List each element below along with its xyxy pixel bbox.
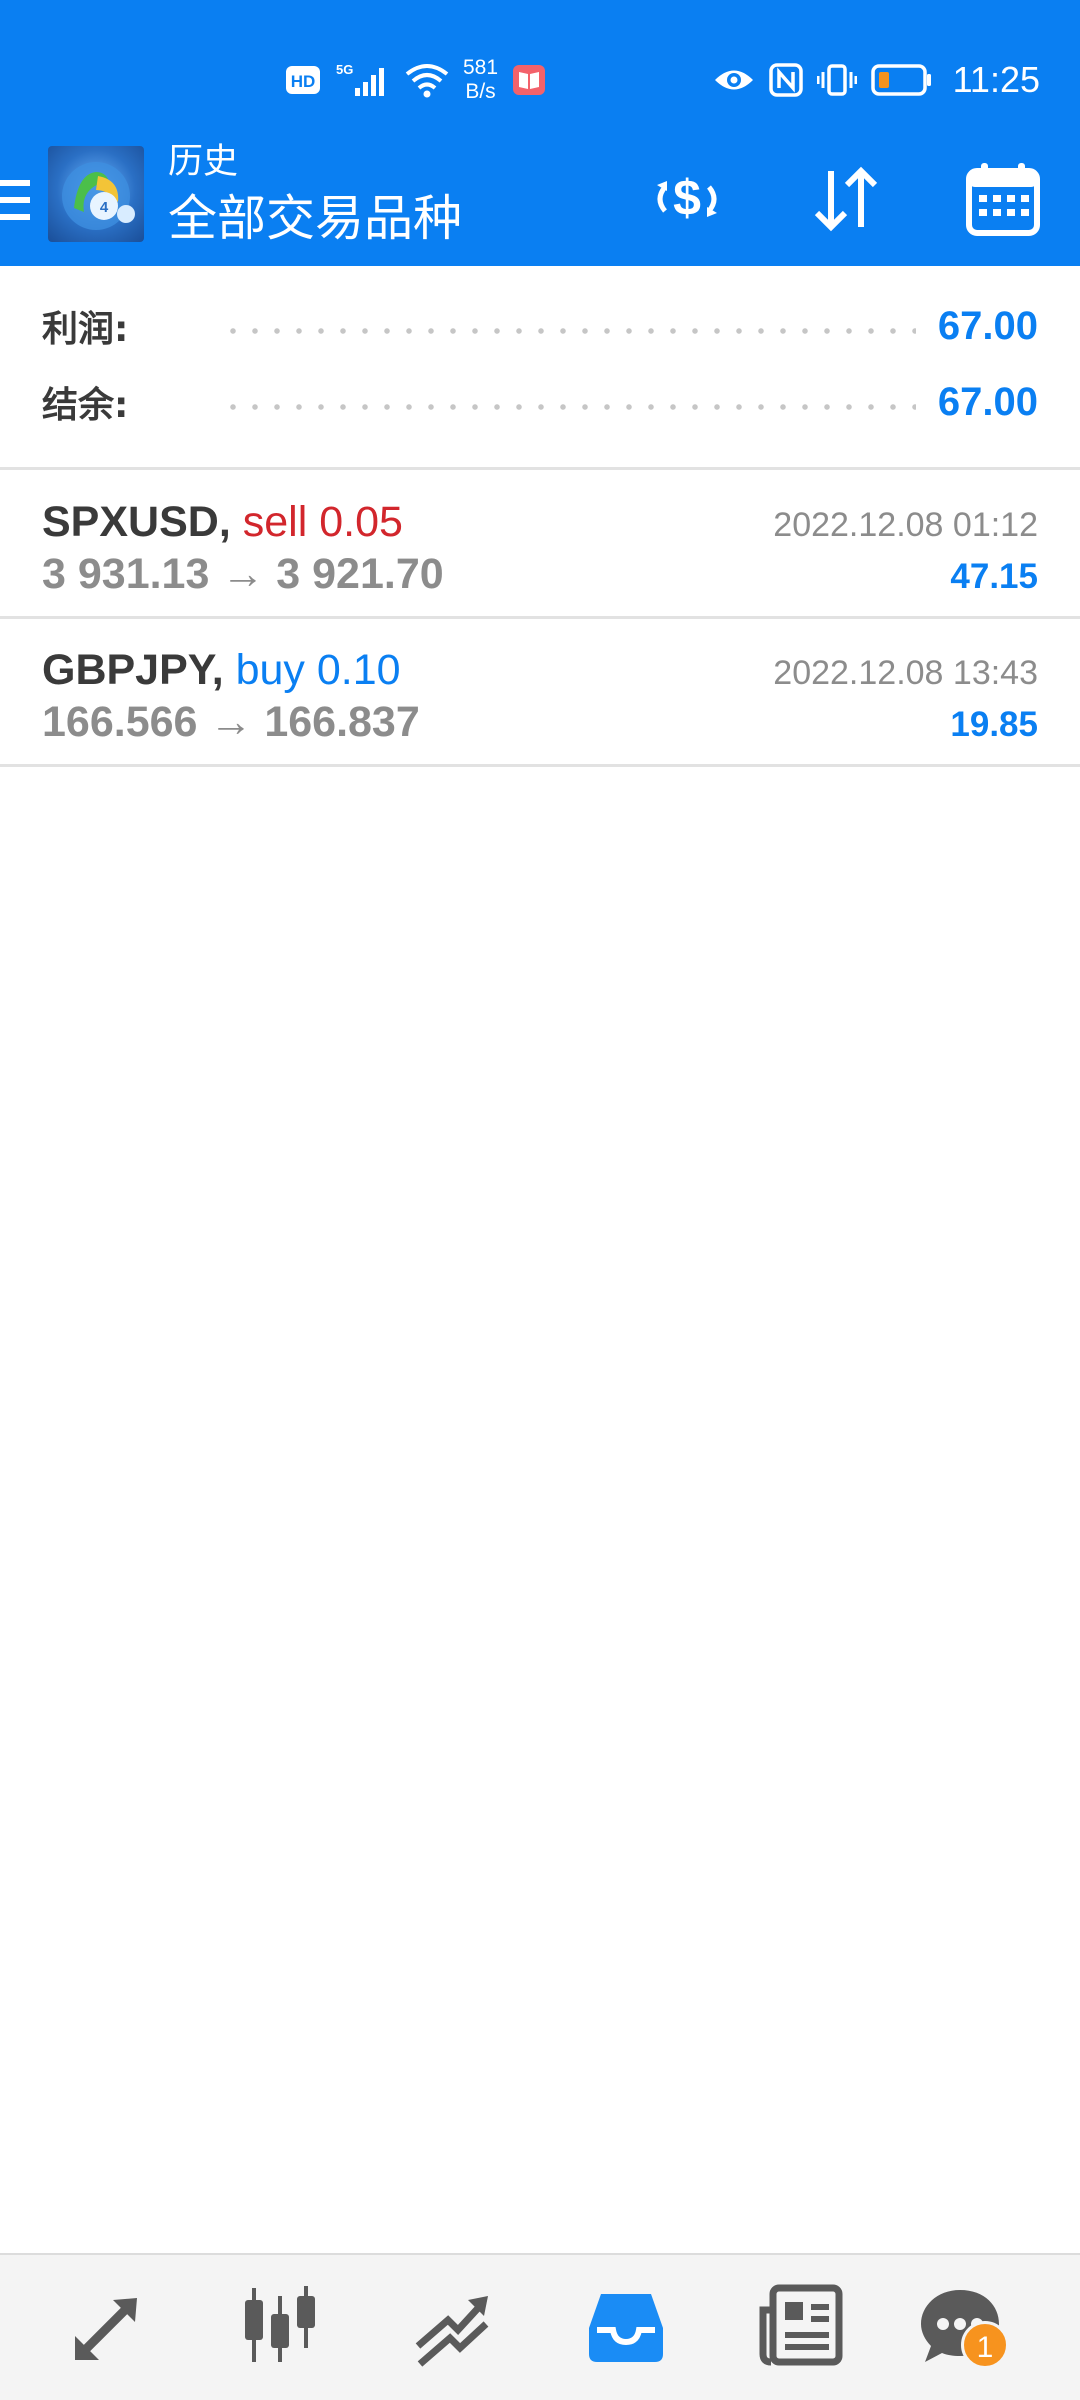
nav-chat[interactable]: 1 — [905, 2275, 1015, 2375]
deal-side-volume: sell 0.05 — [242, 498, 403, 546]
swap-currency-icon: $ — [657, 170, 717, 226]
history-icon — [589, 2294, 663, 2362]
title-block[interactable]: 历史 全部交易品种 — [168, 140, 462, 250]
deal-profit: 19.85 — [950, 705, 1038, 744]
status-left-icons: HD 5G 581 B/s — [285, 52, 546, 108]
balance-value: 67.00 — [937, 379, 1038, 424]
deal-prices: 166.566 → 166.837 — [42, 698, 420, 746]
deal-side-volume: buy 0.10 — [235, 646, 401, 694]
status-right-icons: 11:25 — [713, 52, 1040, 108]
nfc-icon — [768, 63, 803, 97]
network-speed-unit: B/s — [465, 80, 496, 103]
calendar-button[interactable] — [958, 154, 1048, 244]
sort-icon — [814, 166, 878, 232]
app-bar: 4 历史 全部交易品种 $ — [0, 140, 1080, 266]
summary-profit-row: 利润: 67.00 — [42, 296, 1038, 356]
chat-badge: 1 — [961, 2321, 1009, 2369]
symbol-filter-title: 全部交易品种 — [168, 190, 463, 247]
deal-header: SPXUSD, sell 0.05 — [42, 496, 403, 548]
nav-news[interactable] — [745, 2275, 855, 2375]
nav-quotes[interactable] — [55, 2275, 165, 2375]
nav-trade[interactable] — [398, 2275, 508, 2375]
deal-profit: 47.15 — [950, 557, 1038, 596]
deal-header: GBPJPY, buy 0.10 — [42, 644, 401, 696]
summary-panel: 利润: 67.00 结余: 67.00 — [0, 266, 1080, 470]
wifi-icon — [405, 62, 449, 98]
svg-text:$: $ — [673, 170, 701, 226]
deal-symbol: GBPJPY, — [42, 646, 224, 694]
dotted-leader — [222, 404, 916, 410]
eye-icon — [713, 65, 755, 95]
deal-symbol: SPXUSD, — [42, 498, 231, 546]
sort-button[interactable] — [800, 154, 890, 244]
battery-low-icon — [870, 64, 933, 96]
news-icon — [759, 2284, 843, 2366]
svg-text:4: 4 — [100, 199, 109, 216]
summary-balance-row: 结余: 67.00 — [42, 372, 1038, 432]
status-bar: HD 5G 581 B/s 11:25 — [0, 0, 1080, 150]
deal-time: 2022.12.08 13:43 — [773, 654, 1038, 692]
svg-text:5G: 5G — [336, 62, 353, 77]
notification-book-icon — [512, 64, 546, 96]
page-title: 历史 — [168, 142, 239, 182]
quotes-icon — [75, 2298, 137, 2360]
dotted-leader — [222, 328, 916, 334]
5g-signal-icon: 5G — [335, 60, 391, 100]
app-logo-icon[interactable]: 4 — [48, 146, 144, 242]
swap-currency-button[interactable]: $ — [642, 154, 732, 244]
network-speed: 581 B/s — [463, 56, 498, 104]
network-speed-value: 581 — [463, 56, 499, 79]
balance-label: 结余: — [42, 385, 129, 426]
bottom-navigation: 1 — [0, 2253, 1080, 2400]
menu-icon[interactable] — [0, 176, 30, 224]
header: HD 5G 581 B/s 11:25 4 历史 全部交易品种 $ — [0, 0, 1080, 266]
nav-history[interactable] — [571, 2275, 681, 2375]
deal-time: 2022.12.08 01:12 — [773, 506, 1038, 544]
chart-icon — [245, 2286, 315, 2362]
profit-label: 利润: — [42, 309, 129, 350]
deal-row[interactable]: GBPJPY, buy 0.10 166.566 → 166.837 2022.… — [0, 620, 1080, 767]
vibrate-icon — [816, 63, 857, 97]
deal-prices: 3 931.13 → 3 921.70 — [42, 550, 444, 598]
nav-chart[interactable] — [225, 2275, 335, 2375]
svg-text:HD: HD — [291, 72, 316, 91]
calendar-icon — [966, 163, 1040, 236]
profit-value: 67.00 — [937, 303, 1038, 348]
hd-icon: HD — [285, 65, 321, 95]
status-clock: 11:25 — [952, 59, 1040, 100]
deal-row[interactable]: SPXUSD, sell 0.05 3 931.13 → 3 921.70 20… — [0, 472, 1080, 619]
trade-icon — [415, 2296, 489, 2367]
